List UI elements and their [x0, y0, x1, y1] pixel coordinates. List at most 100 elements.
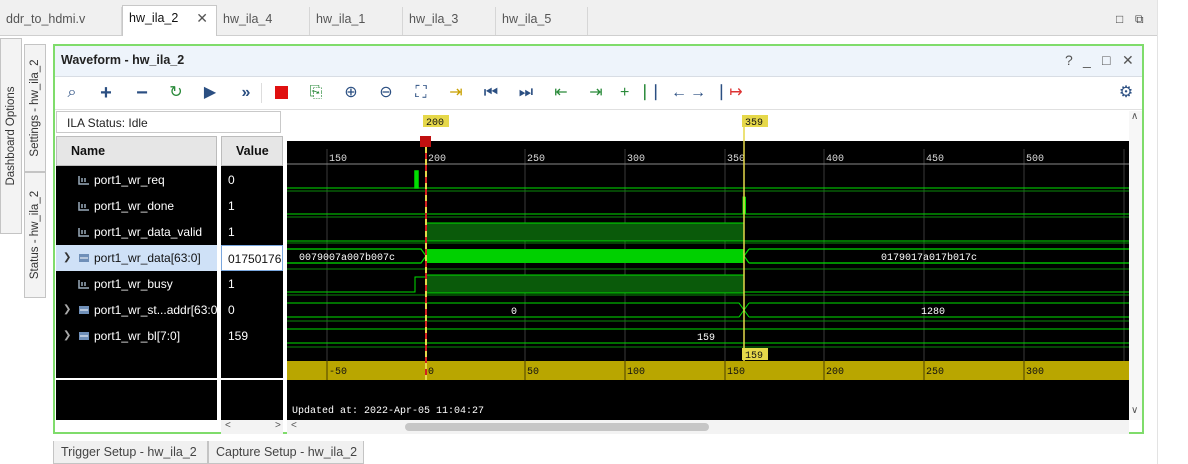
- tab-ddr-to-hdmi[interactable]: ddr_to_hdmi.v: [0, 7, 122, 35]
- signal-name: port1_wr_busy: [94, 277, 173, 291]
- scroll-left-icon[interactable]: <: [291, 420, 297, 431]
- close-tab-icon[interactable]: ✕: [196, 6, 208, 30]
- bus-value-left: 0079007a007b007c: [299, 252, 395, 264]
- value-column-header[interactable]: Value: [221, 136, 283, 166]
- side-tab-label: Dashboard Options: [5, 86, 17, 186]
- signal-row[interactable]: ❯ port1_wr_bl[7:0]: [56, 323, 217, 349]
- maximize-panel-icon[interactable]: □: [1102, 52, 1110, 68]
- panel-title: Waveform - hw_ila_2: [61, 53, 185, 67]
- signal-name-list-footer: [56, 380, 217, 420]
- addr-value-left: 0: [511, 307, 517, 318]
- tab-status[interactable]: Status - hw_ila_2: [24, 172, 46, 298]
- ruler-label: 500: [1026, 154, 1044, 165]
- waveform-vertical-scrollbar[interactable]: ∧ ∨: [1129, 111, 1142, 420]
- zoom-fit-icon[interactable]: ⛶: [410, 82, 432, 104]
- waveform-toolbar: ⌕ + − ↻ ▶ » ⎘ ⊕ ⊖ ⛶ ⇥ ⏮ ⏭ ⇤ ⇥ +⎹ ⎸← →⎹ ↦…: [55, 77, 1142, 110]
- ruler-label: 250: [527, 154, 545, 165]
- tab-hw-ila-4[interactable]: hw_ila_4: [217, 7, 310, 35]
- settings-gear-icon[interactable]: ⚙: [1115, 82, 1137, 104]
- previous-marker-icon[interactable]: ⎸←: [655, 82, 687, 104]
- scrollbar-thumb[interactable]: [405, 423, 709, 431]
- tab-label: hw_ila_4: [223, 12, 273, 26]
- signal-value: 0: [228, 303, 235, 317]
- run-immediate-icon[interactable]: »: [235, 82, 257, 104]
- ruler-label: 150: [329, 154, 347, 165]
- restore-icon[interactable]: □: [1116, 12, 1123, 26]
- ruler-label: 450: [926, 154, 944, 165]
- next-transition-icon[interactable]: ⇥: [585, 82, 607, 104]
- signal-row[interactable]: ❯ port1_wr_st...addr[63:0]: [56, 297, 221, 323]
- tab-settings[interactable]: Settings - hw_ila_2: [24, 44, 46, 172]
- scroll-up-icon[interactable]: ∧: [1131, 111, 1138, 122]
- ila-status-text: ILA Status: Idle: [67, 116, 148, 130]
- signal-name: port1_wr_req: [94, 173, 165, 187]
- panel-title-bar: Waveform - hw_ila_2 ? _ □ ✕: [55, 46, 1142, 77]
- signal-value: 1: [228, 277, 235, 291]
- bit-signal-icon: [78, 202, 89, 211]
- stop-icon[interactable]: [270, 82, 292, 104]
- run-icon[interactable]: ▶: [199, 82, 221, 104]
- ruler-label: -50: [329, 367, 347, 378]
- tab-hw-ila-2[interactable]: hw_ila_2 ✕: [122, 5, 217, 36]
- zoom-in-icon[interactable]: ⊕: [340, 82, 362, 104]
- tab-dashboard-options[interactable]: Dashboard Options: [0, 38, 22, 234]
- go-to-start-icon[interactable]: ⏮: [480, 82, 502, 104]
- tab-label: hw_ila_1: [316, 12, 366, 26]
- help-icon[interactable]: ?: [1065, 52, 1073, 68]
- tab-hw-ila-1[interactable]: hw_ila_1: [310, 7, 403, 35]
- signal-row[interactable]: port1_wr_data_valid: [56, 219, 217, 245]
- waveform-horizontal-scrollbar[interactable]: <: [287, 420, 1129, 434]
- maximize-icon[interactable]: ⧉: [1135, 12, 1144, 27]
- refresh-icon[interactable]: ↻: [165, 82, 187, 104]
- signal-row[interactable]: port1_wr_req: [56, 167, 217, 193]
- zoom-out-icon[interactable]: ⊖: [375, 82, 397, 104]
- name-header-label: Name: [71, 144, 106, 158]
- updated-at-text: Updated at: 2022-Apr-05 11:04:27: [292, 405, 484, 417]
- name-column-header[interactable]: Name: [56, 136, 217, 166]
- search-icon[interactable]: ⌕: [61, 82, 83, 104]
- swap-cursors-icon[interactable]: ↦: [725, 82, 747, 104]
- signal-name: port1_wr_data_valid: [94, 225, 203, 239]
- minimize-icon[interactable]: _: [1083, 52, 1091, 68]
- scroll-right-icon[interactable]: >: [275, 420, 281, 431]
- remove-icon[interactable]: −: [131, 82, 153, 104]
- scroll-down-icon[interactable]: ∨: [1131, 405, 1138, 416]
- trigger-marker-flag[interactable]: [420, 136, 431, 147]
- scroll-left-icon[interactable]: <: [225, 420, 231, 431]
- ruler-label: 0: [428, 367, 434, 378]
- marker-label-left: 200: [426, 118, 444, 129]
- bit-signal-icon: [78, 228, 89, 237]
- signal-name-list: port1_wr_req port1_wr_done port1_wr_data…: [56, 166, 221, 378]
- signal-value: 1: [228, 225, 235, 239]
- tab-hw-ila-3[interactable]: hw_ila_3: [403, 7, 496, 35]
- signal-row[interactable]: port1_wr_done: [56, 193, 217, 219]
- editor-tab-bar: ddr_to_hdmi.v hw_ila_2 ✕ hw_ila_4 hw_ila_…: [0, 0, 1157, 36]
- signal-name: port1_wr_st...addr[63:0]: [94, 303, 221, 317]
- next-marker-icon[interactable]: →⎹: [690, 82, 722, 104]
- value-horizontal-scrollbar[interactable]: < >: [221, 420, 283, 434]
- signal-value: 1: [228, 199, 235, 213]
- add-marker-icon[interactable]: +⎹: [620, 82, 645, 104]
- signal-row[interactable]: port1_wr_busy: [56, 271, 217, 297]
- tab-trigger-setup[interactable]: Trigger Setup - hw_ila_2: [53, 441, 208, 464]
- bl-value: 159: [697, 333, 715, 344]
- tab-label: ddr_to_hdmi.v: [6, 12, 86, 26]
- side-tab-label: Settings - hw_ila_2: [29, 59, 41, 157]
- go-to-end-icon[interactable]: ⏭: [515, 82, 537, 104]
- tab-capture-setup[interactable]: Capture Setup - hw_ila_2: [208, 441, 364, 464]
- signal-row-selected[interactable]: ❯ port1_wr_data[63:0]: [56, 245, 217, 271]
- export-icon[interactable]: ⎘: [305, 82, 327, 104]
- expand-chevron-icon[interactable]: ❯: [63, 245, 71, 271]
- go-to-cursor-icon[interactable]: ⇥: [445, 82, 467, 104]
- bus-signal-icon: [79, 306, 89, 314]
- expand-chevron-icon[interactable]: ❯: [63, 323, 71, 349]
- marker-strip: [287, 111, 1129, 141]
- add-icon[interactable]: +: [95, 82, 117, 104]
- bit-signal-icon: [78, 176, 89, 185]
- waveform-canvas[interactable]: 150 200 250 300 350 400 450 500 0079007a…: [287, 111, 1129, 420]
- tab-hw-ila-5[interactable]: hw_ila_5: [496, 7, 588, 35]
- expand-chevron-icon[interactable]: ❯: [63, 297, 71, 323]
- ruler-label: 300: [1026, 367, 1044, 378]
- previous-transition-icon[interactable]: ⇤: [550, 82, 572, 104]
- close-panel-icon[interactable]: ✕: [1122, 52, 1134, 69]
